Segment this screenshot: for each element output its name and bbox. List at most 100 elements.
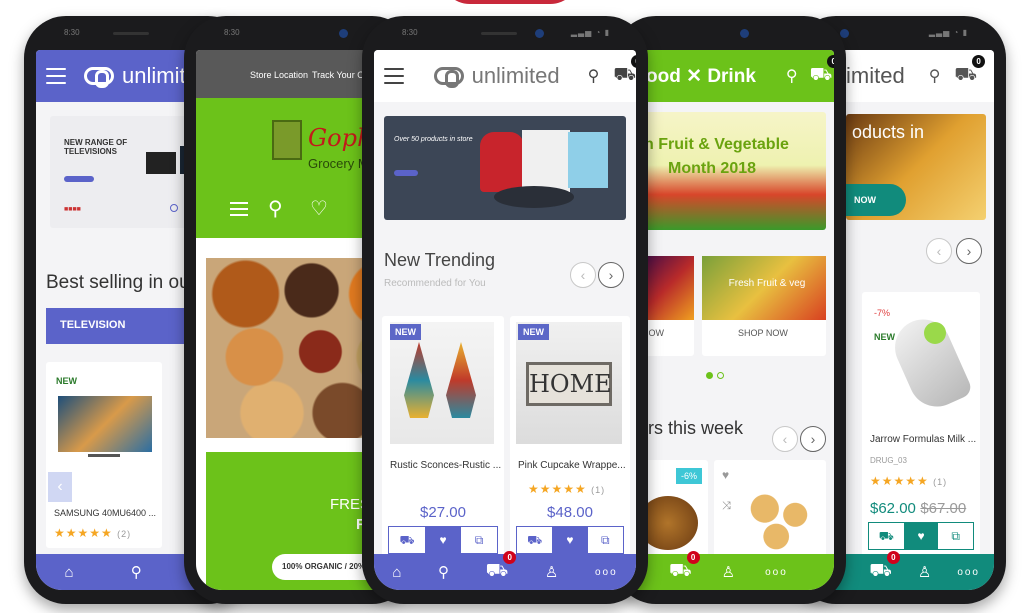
menu-icon[interactable]	[230, 202, 248, 216]
new-tag: NEW	[518, 324, 549, 340]
banner[interactable]: oducts in NOW	[846, 114, 986, 220]
app-name: imited	[846, 63, 905, 88]
wishlist-icon[interactable]: ♡	[310, 196, 328, 221]
promo-card-right[interactable]: Fresh Fruit & veg SHOP NOW	[702, 256, 826, 356]
action-bar: ⛟ ♥ ⧉	[388, 526, 498, 554]
phone-3-screen: unlimited ⚲ ⛟0 Over 50 products in store…	[374, 50, 636, 590]
new-tag: NEW	[56, 376, 77, 386]
promo-right-title: Fresh Fruit & veg	[728, 278, 806, 289]
product-price: $48.00	[547, 504, 593, 521]
cart-badge: 0	[503, 551, 517, 564]
prev-arrow-button[interactable]: ‹	[926, 238, 952, 264]
product-price: $62.00	[870, 500, 916, 517]
app-name: unlimited	[471, 63, 560, 88]
cart-icon[interactable]: ⛟0	[810, 55, 834, 88]
action-bar: ⛟ ♥ ⧉	[516, 526, 624, 554]
product-price: $27.00	[420, 504, 466, 521]
banner[interactable]: Over 50 products in store	[384, 116, 626, 220]
next-arrow-button[interactable]: ›	[800, 426, 826, 452]
store-location-link[interactable]: Store Location	[250, 70, 308, 80]
cart-badge: 0	[827, 55, 834, 68]
wishlist-icon[interactable]: ♥	[425, 527, 461, 553]
banner-line-1: h Fruit & Vegetable	[644, 136, 789, 153]
compare-icon[interactable]: ⧉	[938, 523, 973, 549]
rating-stars: ★★★★★ (2)	[54, 526, 132, 540]
hoodie-image	[480, 132, 524, 192]
carousel-dot[interactable]	[717, 372, 724, 379]
cart-icon[interactable]: ⛟0	[669, 551, 700, 584]
prev-arrow-button[interactable]: ‹	[772, 426, 798, 452]
search-icon[interactable]: ⚲	[786, 66, 798, 86]
home-icon[interactable]: ⌂	[65, 564, 74, 581]
cart-badge: 0	[631, 55, 636, 68]
thermometer-tip	[924, 322, 946, 344]
product-image	[58, 396, 152, 452]
promo-right-button[interactable]: SHOP NOW	[738, 328, 788, 338]
product-card[interactable]: -6%	[638, 460, 708, 560]
shuffle-icon[interactable]: ⤨	[722, 500, 731, 513]
pastry-image	[742, 490, 818, 552]
section-subtitle: Recommended for You	[384, 278, 486, 289]
product-card[interactable]: -7% NEW Jarrow Formulas Milk ... DRUG_03…	[862, 292, 980, 556]
next-arrow-button[interactable]: ›	[956, 238, 982, 264]
add-to-cart-icon[interactable]: ⛟	[869, 523, 904, 549]
rating-stars: ★★★★★ (1)	[870, 474, 948, 488]
product-card[interactable]: NEW Rustic Sconces-Rustic ... $27.00 ⛟ ♥…	[382, 316, 504, 560]
old-price: $67.00	[920, 500, 967, 517]
brand-name: ood ✕ Drink	[646, 65, 756, 87]
cart-icon[interactable]: ⛟0	[869, 551, 900, 584]
phone-3: 8:30▂▃▅ ◔ ▮ unlimited ⚲ ⛟0 Over 50 produ…	[362, 16, 648, 604]
banner[interactable]: h Fruit & Vegetable Month 2018	[638, 112, 826, 230]
account-icon[interactable]: ♙	[545, 563, 558, 581]
product-card[interactable]: NEW SAMSUNG 40MU6400 ... ★★★★★ (2) ‹	[46, 362, 162, 548]
mockup-stage: 8:30 unlimited NEW RANGE OF TELEVISIONS …	[0, 0, 1024, 613]
banner-text: oducts in	[852, 122, 925, 142]
add-to-cart-icon[interactable]: ⛟	[389, 527, 425, 553]
menu-icon[interactable]	[384, 68, 404, 84]
banner-button[interactable]: NOW	[846, 184, 906, 216]
more-icon[interactable]: ooo	[765, 567, 788, 578]
product-card[interactable]: ♥ ⤨	[714, 460, 826, 560]
product-card[interactable]: HOME NEW Pink Cupcake Wrappe... ★★★★★ (1…	[510, 316, 630, 560]
account-icon[interactable]: ♙	[918, 563, 931, 581]
search-icon[interactable]: ⚲	[131, 563, 142, 581]
cart-icon[interactable]: ⛟0	[486, 551, 517, 584]
compare-icon[interactable]: ⧉	[588, 527, 623, 553]
cart-icon[interactable]: ⛟0	[954, 55, 986, 88]
banner-line-2: Month 2018	[668, 160, 757, 177]
menu-icon[interactable]	[46, 68, 66, 84]
cart-badge: 0	[686, 551, 700, 564]
carousel-dot[interactable]	[706, 372, 713, 379]
home-icon[interactable]: ⌂	[392, 564, 401, 581]
wishlist-icon[interactable]: ♥	[722, 468, 729, 482]
carousel-dot[interactable]	[170, 204, 178, 212]
next-arrow-button[interactable]: ›	[598, 262, 624, 288]
search-icon[interactable]: ⚲	[929, 66, 941, 86]
product-name: Jarrow Formulas Milk ...	[870, 434, 977, 445]
status-time: 8:30	[224, 28, 240, 37]
account-icon[interactable]: ♙	[722, 563, 735, 581]
cart-badge: 0	[972, 55, 986, 68]
add-to-cart-icon[interactable]: ⛟	[517, 527, 552, 553]
more-icon[interactable]: ooo	[595, 567, 618, 578]
wishlist-icon[interactable]: ♥	[552, 527, 588, 553]
banner-button[interactable]	[64, 176, 94, 182]
status-time: 8:30	[402, 28, 418, 37]
search-icon[interactable]: ⚲	[438, 563, 449, 581]
product-name: SAMSUNG 40MU6400 ...	[54, 508, 157, 518]
search-icon[interactable]: ⚲	[268, 196, 283, 221]
prev-arrow-button[interactable]: ‹	[570, 262, 596, 288]
more-icon[interactable]: ooo	[957, 567, 980, 578]
cart-icon[interactable]: ⛟0	[613, 55, 636, 88]
section-title: ers this week	[638, 418, 744, 438]
basket-logo-icon	[272, 120, 302, 160]
tv-stand	[88, 454, 120, 457]
wishlist-icon[interactable]: ♥	[903, 523, 939, 549]
compare-icon[interactable]: ⧉	[461, 527, 497, 553]
accessories-image	[494, 186, 574, 208]
product-image	[390, 322, 494, 444]
search-icon[interactable]: ⚲	[588, 66, 600, 86]
product-name: Pink Cupcake Wrappe...	[518, 460, 626, 471]
prev-arrow-button[interactable]: ‹	[48, 472, 72, 502]
banner-button[interactable]	[394, 170, 418, 176]
